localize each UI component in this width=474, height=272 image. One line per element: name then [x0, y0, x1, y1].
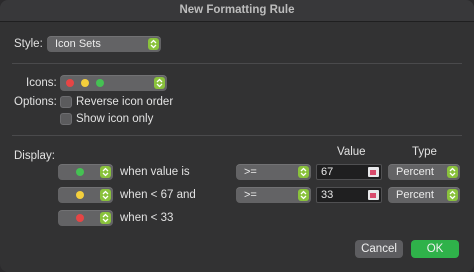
row1-value: 67	[321, 166, 334, 178]
row2-value: 33	[321, 189, 334, 201]
type-header: Type	[412, 146, 437, 158]
display-label: Display:	[14, 150, 55, 162]
row1-operator: >=	[244, 166, 257, 178]
cell-reference-icon[interactable]	[368, 190, 379, 200]
new-formatting-rule-dialog: New Formatting Rule Style: Icon Sets Ico…	[0, 0, 474, 272]
options-label: Options:	[14, 96, 57, 108]
chevron-updown-icon	[447, 166, 458, 178]
red-circle-icon	[66, 79, 74, 87]
row3-icon-popup[interactable]	[58, 210, 113, 226]
reverse-icon-order-checkbox[interactable]	[60, 96, 72, 108]
row1-condition: when value is	[120, 166, 190, 178]
style-label: Style:	[14, 38, 43, 50]
red-circle-icon	[76, 214, 84, 222]
row2-operator-popup[interactable]: >=	[236, 187, 311, 203]
green-circle-icon	[76, 168, 84, 176]
cell-reference-icon[interactable]	[368, 167, 379, 177]
icons-label: Icons:	[26, 77, 57, 89]
row1-value-field[interactable]: 67	[316, 164, 382, 180]
yellow-circle-icon	[81, 79, 89, 87]
chevron-updown-icon	[298, 166, 309, 178]
row2-condition: when < 67 and	[120, 189, 196, 201]
row2-icon-popup[interactable]	[58, 187, 113, 203]
row1-icon-popup[interactable]	[58, 164, 113, 180]
chevron-updown-icon	[100, 212, 111, 224]
separator	[12, 135, 462, 136]
style-popup-value: Icon Sets	[55, 38, 101, 50]
green-circle-icon	[96, 79, 104, 87]
dialog-title: New Formatting Rule	[179, 4, 295, 16]
title-bar: New Formatting Rule	[0, 0, 474, 22]
cancel-button[interactable]: Cancel	[355, 240, 403, 258]
chevron-updown-icon	[298, 189, 309, 201]
icon-set-popup[interactable]	[60, 75, 167, 91]
row3-condition: when < 33	[120, 212, 174, 224]
row2-value-field[interactable]: 33	[316, 187, 382, 203]
separator	[12, 63, 462, 64]
row2-operator: >=	[244, 189, 257, 201]
chevron-updown-icon	[154, 77, 165, 89]
chevron-updown-icon	[148, 38, 159, 50]
chevron-updown-icon	[100, 166, 111, 178]
style-popup[interactable]: Icon Sets	[47, 36, 161, 52]
row1-type-popup[interactable]: Percent	[388, 164, 460, 180]
yellow-circle-icon	[76, 191, 84, 199]
value-header: Value	[337, 146, 366, 158]
show-icon-only-label[interactable]: Show icon only	[76, 113, 153, 125]
reverse-icon-order-label[interactable]: Reverse icon order	[76, 96, 173, 108]
chevron-updown-icon	[447, 189, 458, 201]
row1-operator-popup[interactable]: >=	[236, 164, 311, 180]
row1-type: Percent	[396, 166, 434, 178]
chevron-updown-icon	[100, 189, 111, 201]
ok-button[interactable]: OK	[411, 240, 459, 258]
row2-type-popup[interactable]: Percent	[388, 187, 460, 203]
row2-type: Percent	[396, 189, 434, 201]
show-icon-only-checkbox[interactable]	[60, 113, 72, 125]
